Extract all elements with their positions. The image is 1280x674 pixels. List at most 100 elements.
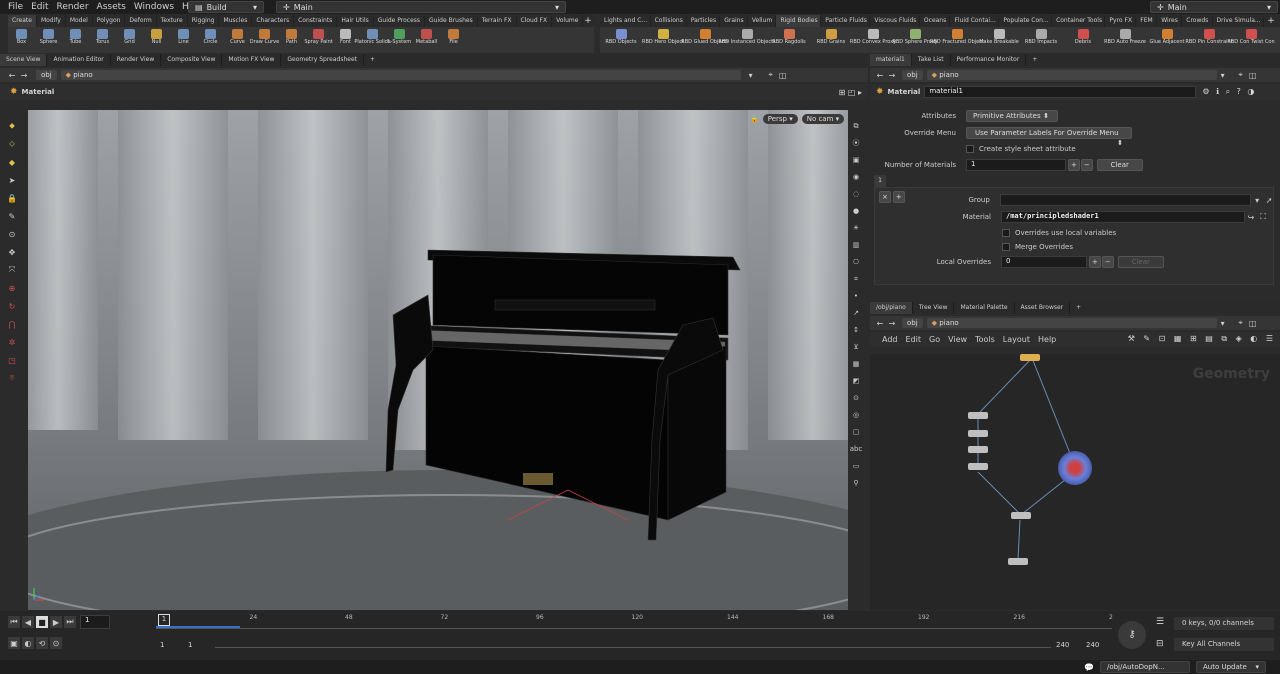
shelf-tool-rbd-convex-proxy[interactable]: RBD Convex Proxy bbox=[850, 27, 896, 53]
override-menu[interactable]: Use Parameter Labels For Override Menu ⬍ bbox=[966, 127, 1132, 147]
shelf-tab-drive-simula[interactable]: Drive Simula... bbox=[1213, 15, 1265, 27]
add-shelf-tab-icon[interactable]: + bbox=[1264, 15, 1278, 27]
shelf-tool-grid[interactable]: Grid bbox=[116, 27, 143, 53]
shelf-tab-terrain-fx[interactable]: Terrain FX bbox=[478, 15, 517, 27]
local-overrides-field[interactable]: 0 bbox=[1001, 256, 1087, 268]
tab-tree-view[interactable]: Tree View bbox=[913, 302, 955, 314]
stop-icon[interactable]: ■ bbox=[36, 616, 48, 628]
current-frame-field[interactable]: 1 bbox=[80, 615, 110, 629]
tab-render-view[interactable]: Render View bbox=[111, 54, 162, 66]
shelf-tab-rigging[interactable]: Rigging bbox=[188, 15, 220, 27]
shelf-tab-hair-utils[interactable]: Hair Utils bbox=[337, 15, 374, 27]
camera-frame-icon[interactable]: ▭ bbox=[850, 460, 862, 472]
chevron-down-icon[interactable]: ▾ bbox=[745, 69, 757, 81]
file-node[interactable] bbox=[1020, 354, 1040, 361]
link-icon[interactable]: ◫ bbox=[1247, 69, 1259, 81]
shelf-tool-spray-paint[interactable]: Spray Paint bbox=[304, 27, 333, 53]
shelf-tool-debris[interactable]: Debris bbox=[1062, 27, 1104, 53]
network-menu-edit[interactable]: Edit bbox=[906, 335, 922, 344]
network-menu-layout[interactable]: Layout bbox=[1003, 335, 1030, 344]
range-start[interactable]: 1 bbox=[160, 641, 164, 649]
shelf-tab-volume[interactable]: Volume bbox=[552, 15, 584, 27]
lock-camera-icon[interactable]: 🔒 bbox=[750, 115, 759, 123]
shelf-tab-guide-brushes[interactable]: Guide Brushes bbox=[425, 15, 478, 27]
scale-icon[interactable]: ⤧ bbox=[6, 264, 18, 276]
shelf-tab-crowds[interactable]: Crowds bbox=[1182, 15, 1213, 27]
scene-icon[interactable]: ▢ bbox=[850, 426, 862, 438]
pose-icon[interactable]: ✲ bbox=[6, 336, 18, 348]
null-node[interactable] bbox=[968, 430, 988, 437]
shelf-tab-constraints[interactable]: Constraints bbox=[294, 15, 338, 27]
add-tab-icon[interactable]: + bbox=[1070, 302, 1087, 314]
range-start-visible[interactable]: 1 bbox=[188, 641, 192, 649]
shelf-tab-modify[interactable]: Modify bbox=[37, 15, 66, 27]
forward-arrow-icon[interactable]: → bbox=[18, 69, 30, 81]
shelf-tool-rbd-hero-object[interactable]: RBD Hero Object bbox=[642, 27, 684, 53]
back-arrow-icon[interactable]: ← bbox=[874, 69, 886, 81]
range-slider[interactable] bbox=[215, 647, 1051, 648]
normal-node[interactable] bbox=[968, 463, 988, 470]
pin-icon[interactable]: ⌖ bbox=[1235, 317, 1247, 329]
shelf-tab-texture[interactable]: Texture bbox=[157, 15, 188, 27]
viewport-options-icon[interactable]: ⊞ ◰ ▸ bbox=[839, 88, 862, 97]
shelf-tab-fluid-contai[interactable]: Fluid Contai... bbox=[950, 15, 1000, 27]
shelf-tool-rbd-instanced-objects[interactable]: RBD Instanced Objects bbox=[718, 27, 776, 53]
viewport-3d[interactable]: 🔒 Persp ▾ No cam ▾ bbox=[28, 110, 848, 610]
shelf-tool-rbd-fractured-object[interactable]: RBD Fractured Object bbox=[930, 27, 984, 53]
network-menu-go[interactable]: Go bbox=[929, 335, 940, 344]
pin-view-icon[interactable]: ⚲ bbox=[850, 477, 862, 489]
shelf-tool-make-breakable[interactable]: Make Breakable bbox=[978, 27, 1020, 53]
timeline-bar[interactable]: 1 24 48 72 96 120 144 168 192 216 2 bbox=[156, 614, 1113, 631]
node-header-icons[interactable]: ⚙ ℹ ⌕ ? ◑ bbox=[1202, 87, 1256, 97]
shelf-tool-box[interactable]: Box bbox=[8, 27, 35, 53]
tab-composite-view[interactable]: Composite View bbox=[161, 54, 223, 66]
context-selector[interactable]: ✛ Main ▾ bbox=[276, 1, 566, 13]
forward-arrow-icon[interactable]: → bbox=[886, 69, 898, 81]
shelf-tool-circle[interactable]: Circle bbox=[197, 27, 224, 53]
shelf-tool-rbd-impacts[interactable]: RBD Impacts bbox=[1020, 27, 1062, 53]
shelf-tool-line[interactable]: Line bbox=[170, 27, 197, 53]
shelf-tool-l-system[interactable]: L-System bbox=[386, 27, 413, 53]
shelf-tab-polygon[interactable]: Polygon bbox=[93, 15, 126, 27]
pin-icon[interactable]: ⌖ bbox=[1235, 69, 1247, 81]
magnet-icon[interactable]: ⋂ bbox=[6, 318, 18, 330]
network-menu-tools[interactable]: Tools bbox=[975, 335, 995, 344]
play-icon[interactable]: ▶ bbox=[50, 616, 62, 628]
tab-scene-view[interactable]: Scene View bbox=[0, 54, 48, 66]
select-lasso-icon[interactable]: ⬥ bbox=[6, 120, 18, 132]
channel-list-icon[interactable]: ☰ bbox=[1156, 617, 1164, 627]
shelf-tab-characters[interactable]: Characters bbox=[252, 15, 295, 27]
shelf-tab-lights-and-c[interactable]: Lights and C... bbox=[600, 15, 651, 27]
sim-path[interactable]: /obj/AutoDopN... bbox=[1099, 661, 1190, 673]
key-icon[interactable]: ⚷ bbox=[1118, 621, 1146, 649]
group-field[interactable] bbox=[999, 194, 1252, 206]
add-tab-icon[interactable]: + bbox=[1026, 54, 1043, 66]
display-options-icon[interactable]: ⧉ bbox=[850, 120, 862, 132]
handle-icon[interactable]: ✥ bbox=[6, 246, 18, 258]
chevron-down-icon[interactable]: ▾ bbox=[1217, 317, 1229, 329]
pointer-icon[interactable]: ➤ bbox=[6, 174, 18, 186]
path-piano[interactable]: ◆ piano bbox=[926, 70, 1217, 80]
uv-icon[interactable]: ⊻ bbox=[850, 341, 862, 353]
network-menu-view[interactable]: View bbox=[948, 335, 967, 344]
shelf-tool-path[interactable]: Path bbox=[278, 27, 305, 53]
merge-node[interactable] bbox=[968, 412, 988, 419]
path-obj[interactable]: obj bbox=[902, 70, 923, 80]
shelf-tab-rigid-bodies[interactable]: Rigid Bodies bbox=[776, 15, 822, 27]
shelf-tab-wires[interactable]: Wires bbox=[1157, 15, 1183, 27]
lock-view-icon[interactable]: ▣ bbox=[850, 154, 862, 166]
shelf-tab-particle-fluids[interactable]: Particle Fluids bbox=[821, 15, 871, 27]
material-path-field[interactable]: /mat/principledshader1 bbox=[1001, 211, 1245, 223]
attrib-node[interactable] bbox=[968, 446, 988, 453]
shelf-tab-container-tools[interactable]: Container Tools bbox=[1052, 15, 1106, 27]
node-name-field[interactable]: material1 bbox=[924, 86, 1197, 98]
style-sheet-checkbox[interactable] bbox=[966, 145, 974, 153]
material-chooser-icon[interactable]: ⛶ bbox=[1257, 211, 1269, 223]
add-tab-icon[interactable]: + bbox=[364, 54, 381, 66]
shelf-tool-rbd-ragdolls[interactable]: RBD Ragdolls bbox=[768, 27, 810, 53]
tab-motion-fx-view[interactable]: Motion FX View bbox=[222, 54, 282, 66]
menu-render[interactable]: Render bbox=[57, 2, 89, 12]
shelf-tab-guide-process[interactable]: Guide Process bbox=[374, 15, 426, 27]
select-primitive-icon[interactable]: ◆ bbox=[6, 156, 18, 168]
shelf-tool-file[interactable]: File bbox=[440, 27, 467, 53]
